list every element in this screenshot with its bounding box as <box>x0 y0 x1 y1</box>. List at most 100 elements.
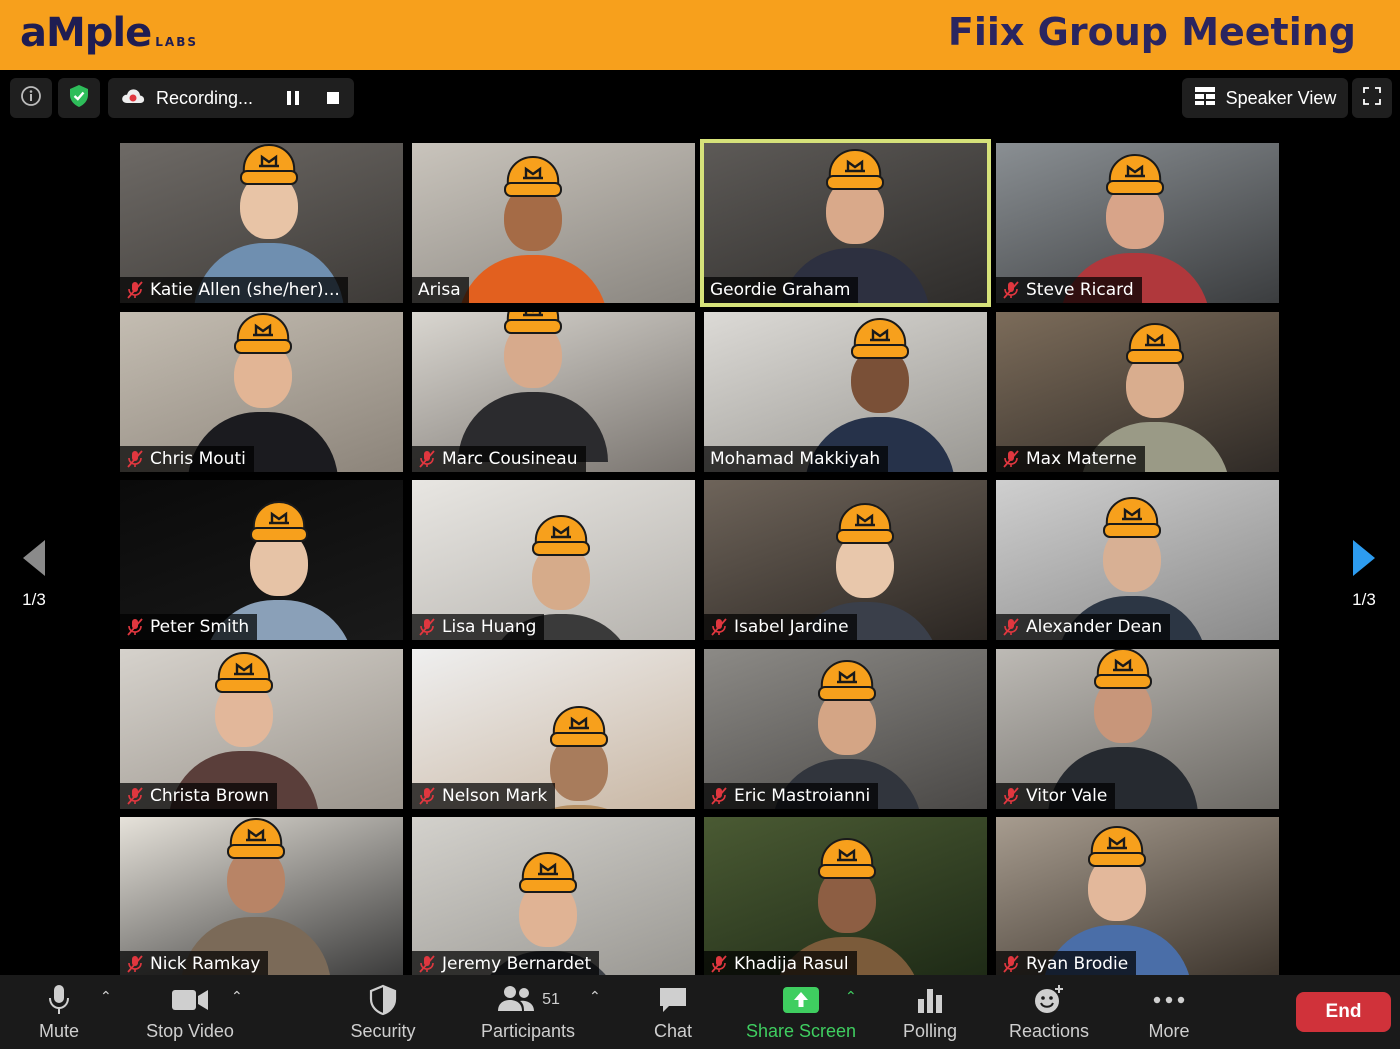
participant-tile[interactable]: Katie Allen (she/her)... <box>120 143 403 303</box>
share-options-chevron-icon[interactable]: ⌃ <box>845 989 857 1005</box>
video-camera-icon <box>171 983 209 1017</box>
mic-muted-icon <box>708 953 730 975</box>
logo-sub-text: LABS <box>155 35 199 49</box>
participants-count: 51 <box>542 991 560 1008</box>
participant-tile[interactable]: Arisa <box>412 143 695 303</box>
beanie-hat-icon <box>1101 496 1163 540</box>
stop-video-button[interactable]: Stop Video <box>142 983 238 1045</box>
participant-tile[interactable]: Alexander Dean <box>996 480 1279 640</box>
more-button[interactable]: More <box>1144 983 1194 1045</box>
grid-icon <box>1194 86 1216 111</box>
chat-button[interactable]: Chat <box>650 983 696 1045</box>
mic-muted-icon <box>708 616 730 638</box>
audio-options-chevron-icon[interactable]: ⌃ <box>100 989 112 1005</box>
page-indicator-right: 1/3 <box>1352 590 1376 609</box>
participant-tile[interactable]: Geordie Graham <box>700 139 991 307</box>
beanie-hat-icon <box>849 317 911 361</box>
participant-name-tag: Marc Cousineau <box>412 446 586 472</box>
participant-tile[interactable]: Peter Smith <box>120 480 403 640</box>
mute-label: Mute <box>38 1021 80 1041</box>
participant-tile[interactable]: Marc Cousineau <box>412 312 695 472</box>
mute-button[interactable]: Mute <box>30 983 88 1045</box>
participant-name: Max Materne <box>1026 449 1137 469</box>
speaker-view-button[interactable]: Speaker View <box>1182 78 1348 118</box>
participant-name: Christa Brown <box>150 786 270 806</box>
more-label: More <box>1148 1021 1190 1041</box>
participant-tile[interactable]: Vitor Vale <box>996 649 1279 809</box>
recording-control[interactable]: Recording... <box>108 78 354 118</box>
participant-name-tag: Katie Allen (she/her)... <box>120 277 348 303</box>
page-indicator-left: 1/3 <box>22 590 46 609</box>
shield-check-icon <box>68 84 90 112</box>
participant-name: Lisa Huang <box>442 617 537 637</box>
polling-button[interactable]: Polling <box>900 983 960 1045</box>
mic-muted-icon <box>124 785 146 807</box>
encryption-shield-button[interactable] <box>58 78 100 118</box>
fullscreen-button[interactable] <box>1352 78 1392 118</box>
beanie-hat-icon <box>232 312 294 356</box>
top-toolbar: Recording... Speaker View <box>0 70 1400 130</box>
fullscreen-icon <box>1362 86 1382 110</box>
pause-recording-button[interactable] <box>282 87 304 109</box>
share-screen-button[interactable]: Share Screen <box>744 983 858 1045</box>
participant-name: Steve Ricard <box>1026 280 1134 300</box>
gallery-grid: Katie Allen (she/her)... Arisa Geordie Gra… <box>120 139 1280 977</box>
participant-name-tag: Arisa <box>412 277 469 303</box>
participant-tile[interactable]: Steve Ricard <box>996 143 1279 303</box>
previous-page-button[interactable]: 1/3 <box>14 538 54 610</box>
participant-name: Alexander Dean <box>1026 617 1163 637</box>
participant-name-tag: Christa Brown <box>120 783 278 809</box>
participant-name: Katie Allen (she/her)... <box>150 280 340 300</box>
polling-label: Polling <box>902 1021 958 1041</box>
participants-options-chevron-icon[interactable]: ⌃ <box>589 989 601 1005</box>
mic-muted-icon <box>416 953 438 975</box>
arrow-right-icon <box>1349 540 1379 582</box>
participant-name-tag: Khadija Rasul <box>704 951 857 977</box>
participants-icon <box>496 984 536 1016</box>
reactions-button[interactable]: Reactions <box>1006 983 1092 1045</box>
mic-muted-icon <box>1000 448 1022 470</box>
participant-tile[interactable]: Isabel Jardine <box>704 480 987 640</box>
beanie-hat-icon <box>834 502 896 546</box>
participant-tile[interactable]: Eric Mastroianni <box>704 649 987 809</box>
beanie-hat-icon <box>1092 649 1154 691</box>
participants-button[interactable]: 51 Participants <box>476 983 580 1045</box>
recording-label: Recording... <box>156 87 254 108</box>
next-page-button[interactable]: 1/3 <box>1344 538 1384 610</box>
participant-name-tag: Nick Ramkay <box>120 951 269 977</box>
end-meeting-button[interactable]: End <box>1296 992 1391 1032</box>
branding-banner: aMple LABS Fiix Group Meeting <box>0 0 1400 70</box>
participant-name-tag: Chris Mouti <box>120 446 254 472</box>
participant-tile[interactable]: Ryan Brodie <box>996 817 1279 977</box>
video-options-chevron-icon[interactable]: ⌃ <box>231 989 243 1005</box>
beanie-hat-icon <box>502 155 564 199</box>
ellipsis-icon <box>1152 983 1186 1017</box>
participant-tile[interactable]: Khadija Rasul <box>704 817 987 977</box>
participant-tile[interactable]: Chris Mouti <box>120 312 403 472</box>
participant-tile[interactable]: Nelson Mark <box>412 649 695 809</box>
participant-tile[interactable]: Max Materne <box>996 312 1279 472</box>
security-label: Security <box>350 1021 416 1041</box>
beanie-hat-icon <box>548 705 610 749</box>
participant-name-tag: Mohamad Makkiyah <box>704 446 889 472</box>
mic-muted-icon <box>416 785 438 807</box>
participant-name-tag: Nelson Mark <box>412 783 556 809</box>
participant-name-tag: Lisa Huang <box>412 614 545 640</box>
mic-muted-icon <box>124 953 146 975</box>
pause-icon <box>287 91 299 105</box>
beanie-hat-icon <box>1104 153 1166 197</box>
stop-icon <box>327 92 339 104</box>
participant-tile[interactable]: Nick Ramkay <box>120 817 403 977</box>
participant-tile[interactable]: Jeremy Bernardet <box>412 817 695 977</box>
mic-muted-icon <box>708 785 730 807</box>
beanie-hat-icon <box>1124 322 1186 366</box>
participant-tile[interactable]: Mohamad Makkiyah <box>704 312 987 472</box>
bottom-toolbar: Mute ⌃ Stop Video ⌃ Security 51 Particip… <box>0 975 1400 1049</box>
participant-tile[interactable]: Lisa Huang <box>412 480 695 640</box>
stop-recording-button[interactable] <box>322 87 344 109</box>
meeting-info-button[interactable] <box>10 78 52 118</box>
mic-muted-icon <box>1000 279 1022 301</box>
security-button[interactable]: Security <box>340 983 426 1045</box>
participant-tile[interactable]: Christa Brown <box>120 649 403 809</box>
participant-name: Eric Mastroianni <box>734 786 871 806</box>
